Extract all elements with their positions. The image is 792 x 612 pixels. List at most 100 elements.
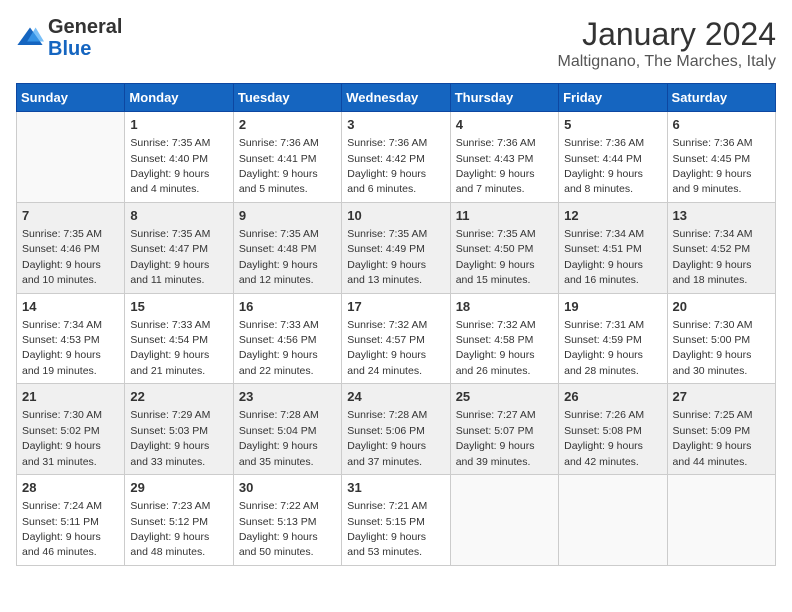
calendar-day-cell: [667, 475, 775, 566]
day-number: 24: [347, 388, 444, 406]
title-block: January 2024 Maltignano, The Marches, It…: [558, 16, 776, 71]
logo: General Blue: [16, 16, 122, 60]
day-number: 7: [22, 207, 119, 225]
calendar-day-cell: 27 Sunrise: 7:25 AM Sunset: 5:09 PM Dayli…: [667, 384, 775, 475]
day-number: 21: [22, 388, 119, 406]
day-info: Sunrise: 7:35 AM Sunset: 4:40 PM Dayligh…: [130, 137, 210, 195]
logo-icon: [16, 24, 44, 52]
day-info: Sunrise: 7:30 AM Sunset: 5:00 PM Dayligh…: [673, 319, 753, 377]
month-title: January 2024: [558, 16, 776, 53]
day-info: Sunrise: 7:34 AM Sunset: 4:53 PM Dayligh…: [22, 319, 102, 377]
calendar-day-cell: 17 Sunrise: 7:32 AM Sunset: 4:57 PM Dayli…: [342, 293, 450, 384]
day-info: Sunrise: 7:24 AM Sunset: 5:11 PM Dayligh…: [22, 500, 102, 558]
calendar-day-cell: 29 Sunrise: 7:23 AM Sunset: 5:12 PM Dayli…: [125, 475, 233, 566]
calendar-week-row: 14 Sunrise: 7:34 AM Sunset: 4:53 PM Dayli…: [17, 293, 776, 384]
calendar-day-cell: 18 Sunrise: 7:32 AM Sunset: 4:58 PM Dayli…: [450, 293, 558, 384]
weekday-header-row: SundayMondayTuesdayWednesdayThursdayFrid…: [17, 84, 776, 112]
calendar-week-row: 1 Sunrise: 7:35 AM Sunset: 4:40 PM Daylig…: [17, 112, 776, 203]
calendar-day-cell: 9 Sunrise: 7:35 AM Sunset: 4:48 PM Daylig…: [233, 202, 341, 293]
calendar-day-cell: 7Sunrise: 7:35 AM Sunset: 4:46 PM Daylig…: [17, 202, 125, 293]
day-info: Sunrise: 7:36 AM Sunset: 4:45 PM Dayligh…: [673, 137, 753, 195]
day-number: 26: [564, 388, 661, 406]
day-info: Sunrise: 7:35 AM Sunset: 4:48 PM Dayligh…: [239, 228, 319, 286]
day-info: Sunrise: 7:33 AM Sunset: 4:56 PM Dayligh…: [239, 319, 319, 377]
day-info: Sunrise: 7:32 AM Sunset: 4:57 PM Dayligh…: [347, 319, 427, 377]
day-info: Sunrise: 7:25 AM Sunset: 5:09 PM Dayligh…: [673, 409, 753, 467]
day-info: Sunrise: 7:28 AM Sunset: 5:04 PM Dayligh…: [239, 409, 319, 467]
calendar-day-cell: 16 Sunrise: 7:33 AM Sunset: 4:56 PM Dayli…: [233, 293, 341, 384]
calendar-day-cell: 8 Sunrise: 7:35 AM Sunset: 4:47 PM Daylig…: [125, 202, 233, 293]
day-info: Sunrise: 7:36 AM Sunset: 4:42 PM Dayligh…: [347, 137, 427, 195]
day-number: 29: [130, 479, 227, 497]
calendar-day-cell: 6 Sunrise: 7:36 AM Sunset: 4:45 PM Daylig…: [667, 112, 775, 203]
weekday-header-cell: Saturday: [667, 84, 775, 112]
calendar-day-cell: 4 Sunrise: 7:36 AM Sunset: 4:43 PM Daylig…: [450, 112, 558, 203]
day-number: 25: [456, 388, 553, 406]
calendar-day-cell: 11 Sunrise: 7:35 AM Sunset: 4:50 PM Dayli…: [450, 202, 558, 293]
day-info: Sunrise: 7:32 AM Sunset: 4:58 PM Dayligh…: [456, 319, 536, 377]
day-number: 1: [130, 116, 227, 134]
day-info: Sunrise: 7:33 AM Sunset: 4:54 PM Dayligh…: [130, 319, 210, 377]
day-info: Sunrise: 7:35 AM Sunset: 4:49 PM Dayligh…: [347, 228, 427, 286]
day-info: Sunrise: 7:31 AM Sunset: 4:59 PM Dayligh…: [564, 319, 644, 377]
day-number: 11: [456, 207, 553, 225]
calendar-day-cell: [450, 475, 558, 566]
day-number: 6: [673, 116, 770, 134]
day-info: Sunrise: 7:30 AM Sunset: 5:02 PM Dayligh…: [22, 409, 102, 467]
calendar-day-cell: 30 Sunrise: 7:22 AM Sunset: 5:13 PM Dayli…: [233, 475, 341, 566]
day-number: 2: [239, 116, 336, 134]
day-number: 3: [347, 116, 444, 134]
logo-blue: Blue: [48, 38, 91, 60]
calendar-day-cell: 20Sunrise: 7:30 AM Sunset: 5:00 PM Dayli…: [667, 293, 775, 384]
calendar-day-cell: 15Sunrise: 7:33 AM Sunset: 4:54 PM Dayli…: [125, 293, 233, 384]
day-number: 14: [22, 298, 119, 316]
calendar-day-cell: 1 Sunrise: 7:35 AM Sunset: 4:40 PM Daylig…: [125, 112, 233, 203]
calendar-day-cell: 31Sunrise: 7:21 AM Sunset: 5:15 PM Dayli…: [342, 475, 450, 566]
day-info: Sunrise: 7:36 AM Sunset: 4:43 PM Dayligh…: [456, 137, 536, 195]
weekday-header-cell: Thursday: [450, 84, 558, 112]
calendar-day-cell: 26 Sunrise: 7:26 AM Sunset: 5:08 PM Dayli…: [559, 384, 667, 475]
day-number: 8: [130, 207, 227, 225]
day-info: Sunrise: 7:35 AM Sunset: 4:47 PM Dayligh…: [130, 228, 210, 286]
day-info: Sunrise: 7:36 AM Sunset: 4:44 PM Dayligh…: [564, 137, 644, 195]
calendar-body: 1 Sunrise: 7:35 AM Sunset: 4:40 PM Daylig…: [17, 112, 776, 566]
day-info: Sunrise: 7:29 AM Sunset: 5:03 PM Dayligh…: [130, 409, 210, 467]
day-number: 18: [456, 298, 553, 316]
day-number: 22: [130, 388, 227, 406]
calendar-day-cell: 13Sunrise: 7:34 AM Sunset: 4:52 PM Dayli…: [667, 202, 775, 293]
calendar-day-cell: [17, 112, 125, 203]
calendar-day-cell: 5 Sunrise: 7:36 AM Sunset: 4:44 PM Daylig…: [559, 112, 667, 203]
logo-general: General: [48, 16, 122, 38]
calendar-day-cell: 24Sunrise: 7:28 AM Sunset: 5:06 PM Dayli…: [342, 384, 450, 475]
logo-text: General Blue: [48, 16, 122, 60]
day-number: 17: [347, 298, 444, 316]
calendar-day-cell: 21 Sunrise: 7:30 AM Sunset: 5:02 PM Dayli…: [17, 384, 125, 475]
calendar-day-cell: 3 Sunrise: 7:36 AM Sunset: 4:42 PM Daylig…: [342, 112, 450, 203]
day-number: 5: [564, 116, 661, 134]
calendar-day-cell: 22 Sunrise: 7:29 AM Sunset: 5:03 PM Dayli…: [125, 384, 233, 475]
calendar-week-row: 7Sunrise: 7:35 AM Sunset: 4:46 PM Daylig…: [17, 202, 776, 293]
calendar-day-cell: 25 Sunrise: 7:27 AM Sunset: 5:07 PM Dayli…: [450, 384, 558, 475]
calendar-day-cell: 12Sunrise: 7:34 AM Sunset: 4:51 PM Dayli…: [559, 202, 667, 293]
day-info: Sunrise: 7:22 AM Sunset: 5:13 PM Dayligh…: [239, 500, 319, 558]
calendar-day-cell: 28Sunrise: 7:24 AM Sunset: 5:11 PM Dayli…: [17, 475, 125, 566]
day-info: Sunrise: 7:26 AM Sunset: 5:08 PM Dayligh…: [564, 409, 644, 467]
day-number: 30: [239, 479, 336, 497]
day-info: Sunrise: 7:21 AM Sunset: 5:15 PM Dayligh…: [347, 500, 427, 558]
day-info: Sunrise: 7:27 AM Sunset: 5:07 PM Dayligh…: [456, 409, 536, 467]
day-number: 13: [673, 207, 770, 225]
day-number: 19: [564, 298, 661, 316]
calendar-day-cell: 2Sunrise: 7:36 AM Sunset: 4:41 PM Daylig…: [233, 112, 341, 203]
day-number: 16: [239, 298, 336, 316]
day-number: 10: [347, 207, 444, 225]
day-info: Sunrise: 7:34 AM Sunset: 4:51 PM Dayligh…: [564, 228, 644, 286]
day-number: 27: [673, 388, 770, 406]
calendar-week-row: 28Sunrise: 7:24 AM Sunset: 5:11 PM Dayli…: [17, 475, 776, 566]
day-info: Sunrise: 7:23 AM Sunset: 5:12 PM Dayligh…: [130, 500, 210, 558]
page-header: General Blue January 2024 Maltignano, Th…: [16, 16, 776, 71]
day-info: Sunrise: 7:35 AM Sunset: 4:50 PM Dayligh…: [456, 228, 536, 286]
day-number: 9: [239, 207, 336, 225]
weekday-header-cell: Sunday: [17, 84, 125, 112]
day-number: 4: [456, 116, 553, 134]
calendar-day-cell: 10 Sunrise: 7:35 AM Sunset: 4:49 PM Dayli…: [342, 202, 450, 293]
